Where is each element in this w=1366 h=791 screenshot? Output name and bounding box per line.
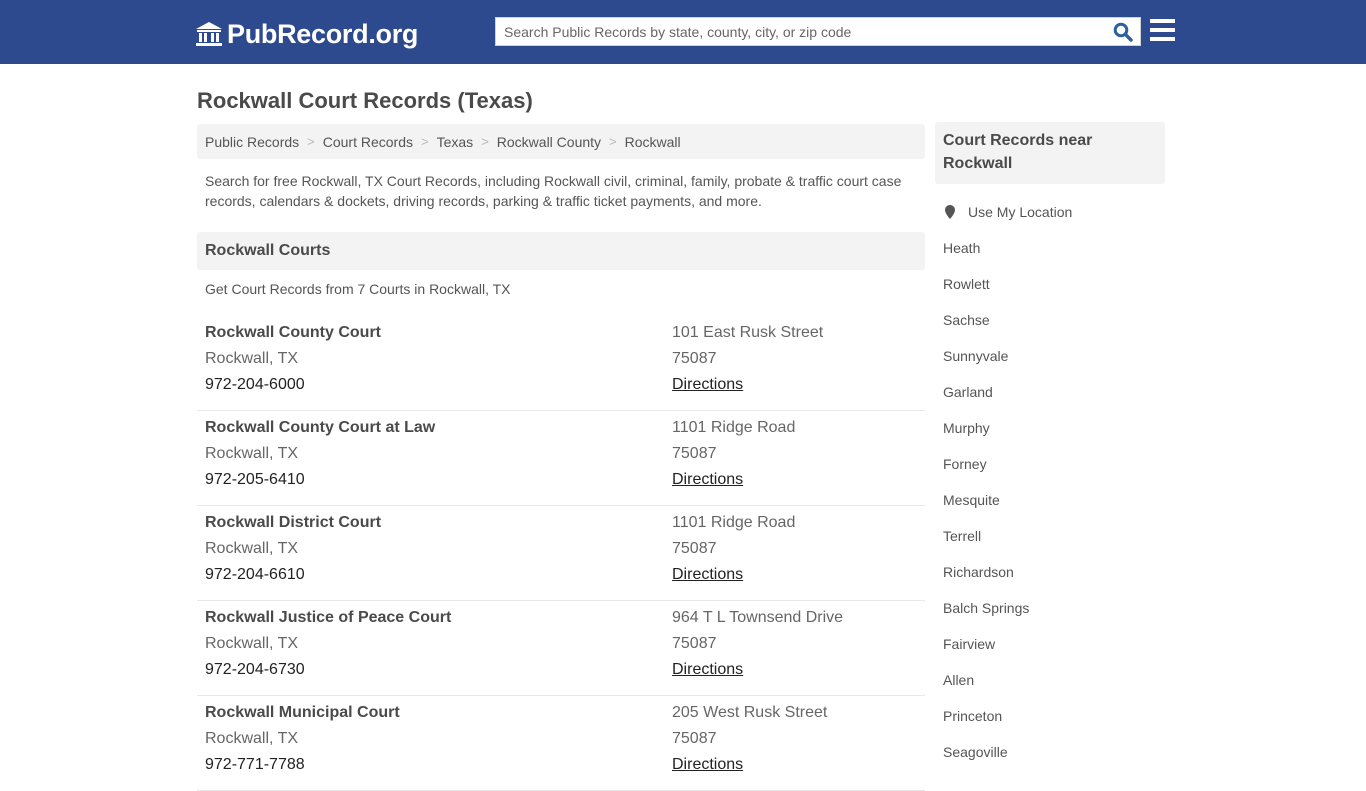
courthouse-icon bbox=[195, 21, 223, 47]
search-box bbox=[495, 17, 1141, 46]
court-city: Rockwall, TX bbox=[205, 635, 299, 652]
court-name[interactable]: Rockwall County Court bbox=[205, 320, 381, 346]
directions-link[interactable]: Directions bbox=[672, 376, 743, 393]
court-address: 1101 Ridge Road bbox=[672, 419, 796, 436]
intro-text: Search for free Rockwall, TX Court Recor… bbox=[205, 173, 902, 209]
court-name[interactable]: Rockwall Municipal Court bbox=[205, 700, 400, 726]
map-pin-icon bbox=[945, 205, 955, 219]
nearby-city-link[interactable]: Murphy bbox=[935, 418, 1165, 454]
nearby-city-link[interactable]: Sachse bbox=[935, 310, 1165, 346]
top-navigation-bar: PubRecord.org bbox=[0, 0, 1366, 64]
use-my-location-label: Use My Location bbox=[968, 204, 1073, 220]
breadcrumb-rockwall-county[interactable]: Rockwall County bbox=[497, 134, 601, 150]
search-button[interactable] bbox=[1110, 20, 1136, 44]
nearby-city-link[interactable]: Terrell bbox=[935, 526, 1165, 562]
directions-link[interactable]: Directions bbox=[672, 661, 743, 678]
court-name[interactable]: Rockwall District Court bbox=[205, 510, 381, 536]
directions-link[interactable]: Directions bbox=[672, 471, 743, 488]
court-zip: 75087 bbox=[672, 445, 717, 462]
court-address: 964 T L Townsend Drive bbox=[672, 609, 844, 626]
nearby-city-link[interactable]: Balch Springs bbox=[935, 598, 1165, 634]
court-city: Rockwall, TX bbox=[205, 445, 299, 462]
search-icon bbox=[1113, 22, 1133, 42]
search-input[interactable] bbox=[496, 18, 1106, 45]
nearby-city-link[interactable]: Forney bbox=[935, 454, 1165, 490]
court-phone[interactable]: 972-204-6730 bbox=[205, 657, 451, 683]
use-my-location-button[interactable]: Use My Location bbox=[935, 202, 1165, 222]
directions-link[interactable]: Directions bbox=[672, 756, 743, 773]
court-address: 205 West Rusk Street bbox=[672, 704, 828, 721]
court-list-item: Rockwall County Court at Law Rockwall, T… bbox=[197, 411, 925, 506]
nearby-city-link[interactable]: Sunnyvale bbox=[935, 346, 1165, 382]
hamburger-menu-icon bbox=[1150, 19, 1175, 23]
breadcrumb-public-records[interactable]: Public Records bbox=[205, 134, 299, 150]
page-title: Rockwall Court Records (Texas) bbox=[197, 88, 533, 113]
court-list: Rockwall County Court Rockwall, TX 972-2… bbox=[197, 316, 925, 791]
breadcrumb-separator: > bbox=[609, 134, 617, 149]
court-list-item: Rockwall District Court Rockwall, TX 972… bbox=[197, 506, 925, 601]
court-city: Rockwall, TX bbox=[205, 350, 299, 367]
nearby-city-link[interactable]: Princeton bbox=[935, 706, 1165, 742]
breadcrumb-separator: > bbox=[421, 134, 429, 149]
hamburger-menu-icon-bar bbox=[1150, 28, 1175, 32]
court-zip: 75087 bbox=[672, 635, 717, 652]
nearby-sidebar: Court Records near Rockwall Use My Locat… bbox=[935, 122, 1165, 778]
court-city: Rockwall, TX bbox=[205, 730, 299, 747]
nearby-city-link[interactable]: Garland bbox=[935, 382, 1165, 418]
court-list-item: Rockwall County Court Rockwall, TX 972-2… bbox=[197, 316, 925, 411]
nearby-city-link[interactable]: Mesquite bbox=[935, 490, 1165, 526]
breadcrumb-texas[interactable]: Texas bbox=[437, 134, 474, 150]
breadcrumb: Public Records > Court Records > Texas >… bbox=[197, 124, 925, 159]
site-logo-link[interactable]: PubRecord.org bbox=[195, 17, 418, 51]
nearby-header: Court Records near Rockwall bbox=[935, 122, 1165, 184]
court-list-item: Rockwall Municipal Court Rockwall, TX 97… bbox=[197, 696, 925, 791]
court-phone[interactable]: 972-771-7788 bbox=[205, 752, 400, 778]
breadcrumb-rockwall[interactable]: Rockwall bbox=[625, 134, 681, 150]
hamburger-menu-icon-bar bbox=[1150, 37, 1175, 41]
nearby-city-list: Heath Rowlett Sachse Sunnyvale Garland M… bbox=[935, 238, 1165, 778]
nearby-city-link[interactable]: Seagoville bbox=[935, 742, 1165, 778]
court-address: 1101 Ridge Road bbox=[672, 514, 796, 531]
court-name[interactable]: Rockwall County Court at Law bbox=[205, 415, 435, 441]
nearby-city-link[interactable]: Rowlett bbox=[935, 274, 1165, 310]
site-logo-text: PubRecord.org bbox=[227, 19, 419, 49]
court-phone[interactable]: 972-204-6610 bbox=[205, 562, 381, 588]
court-zip: 75087 bbox=[672, 540, 717, 557]
court-phone[interactable]: 972-205-6410 bbox=[205, 467, 435, 493]
breadcrumb-court-records[interactable]: Court Records bbox=[323, 134, 413, 150]
court-name[interactable]: Rockwall Justice of Peace Court bbox=[205, 605, 451, 631]
hamburger-menu-button[interactable] bbox=[1150, 19, 1176, 43]
breadcrumb-separator: > bbox=[307, 134, 315, 149]
nearby-city-link[interactable]: Richardson bbox=[935, 562, 1165, 598]
nearby-city-link[interactable]: Fairview bbox=[935, 634, 1165, 670]
nearby-city-link[interactable]: Heath bbox=[935, 238, 1165, 274]
court-address: 101 East Rusk Street bbox=[672, 324, 824, 341]
courts-section-subheader: Get Court Records from 7 Courts in Rockw… bbox=[205, 281, 511, 297]
court-list-item: Rockwall Justice of Peace Court Rockwall… bbox=[197, 601, 925, 696]
court-zip: 75087 bbox=[672, 350, 717, 367]
court-phone[interactable]: 972-204-6000 bbox=[205, 372, 381, 398]
courts-section-header: Rockwall Courts bbox=[197, 232, 925, 270]
nearby-city-link[interactable]: Allen bbox=[935, 670, 1165, 706]
court-zip: 75087 bbox=[672, 730, 717, 747]
breadcrumb-separator: > bbox=[481, 134, 489, 149]
directions-link[interactable]: Directions bbox=[672, 566, 743, 583]
court-city: Rockwall, TX bbox=[205, 540, 299, 557]
